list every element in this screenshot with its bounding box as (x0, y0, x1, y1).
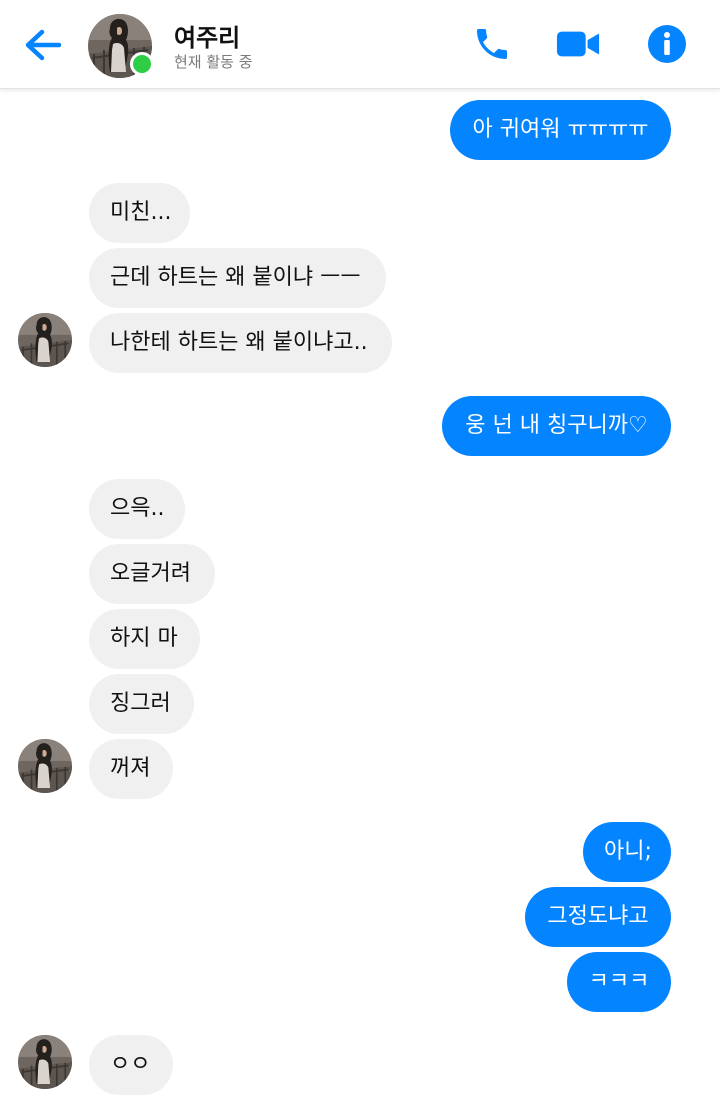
info-icon (648, 25, 686, 63)
back-button[interactable] (18, 20, 68, 70)
message-bubble-sent[interactable]: 아 귀여워 ㅠㅠㅠㅠ (450, 100, 671, 160)
sender-avatar[interactable] (18, 1035, 72, 1089)
message-bubble-sent[interactable]: 웅 넌 내 칭구니까♡ (442, 396, 671, 456)
message-bubble-sent[interactable]: ㅋㅋㅋ (567, 952, 671, 1012)
sender-avatar[interactable] (18, 739, 72, 793)
conversation-info-button[interactable] (645, 22, 689, 66)
message-bubble-received[interactable]: 미친... (89, 183, 190, 243)
online-status-dot (130, 52, 154, 76)
message-bubble-received[interactable]: ㅇㅇ (89, 1035, 173, 1095)
video-camera-icon (556, 31, 600, 57)
message-bubble-received[interactable]: 나한테 하트는 왜 붙이냐고.. (89, 313, 392, 373)
arrow-left-icon (25, 29, 62, 61)
phone-icon (477, 29, 507, 59)
voice-call-button[interactable] (470, 22, 514, 66)
message-bubble-sent[interactable]: 그정도냐고 (525, 887, 671, 947)
message-bubble-received[interactable]: 으윽.. (89, 479, 185, 539)
message-bubble-received[interactable]: 꺼져 (89, 739, 173, 799)
chat-header: 여주리 현재 활동 중 (0, 0, 720, 89)
sender-avatar[interactable] (18, 313, 72, 367)
message-bubble-sent[interactable]: 아니; (583, 822, 671, 882)
active-status: 현재 활동 중 (174, 53, 253, 71)
message-bubble-received[interactable]: 근데 하트는 왜 붙이냐 ㅡㅡ (89, 248, 386, 308)
message-bubble-received[interactable]: 하지 마 (89, 609, 200, 669)
message-bubble-received[interactable]: 징그러 (89, 674, 194, 734)
message-bubble-received[interactable]: 오글거려 (89, 544, 215, 604)
contact-avatar[interactable] (88, 14, 154, 78)
contact-name[interactable]: 여주리 (174, 18, 240, 53)
video-call-button[interactable] (556, 22, 600, 66)
